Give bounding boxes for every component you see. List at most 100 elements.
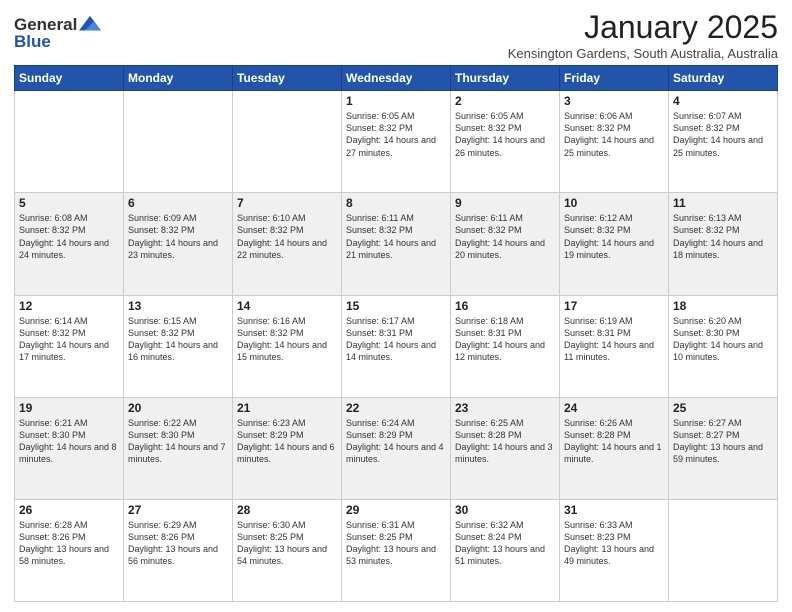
day-number: 8 [346,196,446,210]
calendar-week-row: 5 Sunrise: 6:08 AM Sunset: 8:32 PM Daylight… [15,193,778,295]
daylight-text: Daylight: 14 hours and 25 minutes. [564,135,654,157]
sunset-text: Sunset: 8:28 PM [455,430,522,440]
day-info: Sunrise: 6:11 AMSunset: 8:32 PMDaylight:… [455,212,555,261]
daylight-text: Daylight: 14 hours and 16 minutes. [128,340,218,362]
title-block: January 2025 Kensington Gardens, South A… [508,10,778,61]
table-row: 21Sunrise: 6:23 AMSunset: 8:29 PMDayligh… [233,397,342,499]
sunset-text: Sunset: 8:31 PM [455,328,522,338]
calendar-week-row: 26 Sunrise: 6:28 AMSunset: 8:26 PMDayligh… [15,499,778,601]
sunrise-text: Sunrise: 6:23 AM [237,418,306,428]
daylight-text: Daylight: 13 hours and 59 minutes. [673,442,763,464]
sunrise-text: Sunrise: 6:25 AM [455,418,524,428]
sunrise-text: Sunrise: 6:08 AM [19,213,88,223]
day-number: 21 [237,401,337,415]
table-row: 15 Sunrise: 6:17 AMSunset: 8:31 PMDayligh… [342,295,451,397]
sunrise-text: Sunrise: 6:31 AM [346,520,415,530]
day-info: Sunrise: 6:27 AM Sunset: 8:27 PM Daylight:… [673,417,773,466]
sunset-text: Sunset: 8:23 PM [564,532,631,542]
daylight-text: Daylight: 14 hours and 23 minutes. [128,238,218,260]
sunset-text: Sunset: 8:26 PM [128,532,195,542]
sunrise-text: Sunrise: 6:33 AM [564,520,633,530]
sunset-text: Sunset: 8:28 PM [564,430,631,440]
table-row: 1Sunrise: 6:05 AMSunset: 8:32 PMDaylight… [342,91,451,193]
sunrise-text: Sunrise: 6:05 AM [455,111,524,121]
day-info: Sunrise: 6:11 AMSunset: 8:32 PMDaylight:… [346,212,446,261]
sunset-text: Sunset: 8:30 PM [673,328,740,338]
sunset-text: Sunset: 8:27 PM [673,430,740,440]
day-number: 15 [346,299,446,313]
table-row: 24 Sunrise: 6:26 AMSunset: 8:28 PMDayligh… [560,397,669,499]
table-row [15,91,124,193]
sunrise-text: Sunrise: 6:30 AM [237,520,306,530]
sunset-text: Sunset: 8:25 PM [237,532,304,542]
table-row: 4Sunrise: 6:07 AMSunset: 8:32 PMDaylight… [669,91,778,193]
day-info: Sunrise: 6:28 AMSunset: 8:26 PMDaylight:… [19,519,119,568]
header-saturday: Saturday [669,66,778,91]
sunset-text: Sunset: 8:32 PM [673,123,740,133]
daylight-text: Daylight: 14 hours and 17 minutes. [19,340,109,362]
day-info: Sunrise: 6:10 AMSunset: 8:32 PMDaylight:… [237,212,337,261]
day-number: 28 [237,503,337,517]
daylight-text: Daylight: 13 hours and 51 minutes. [455,544,545,566]
table-row: 26 Sunrise: 6:28 AMSunset: 8:26 PMDayligh… [15,499,124,601]
day-info: Sunrise: 6:09 AMSunset: 8:32 PMDaylight:… [128,212,228,261]
day-number: 22 [346,401,446,415]
day-number: 5 [19,196,119,210]
sunrise-text: Sunrise: 6:06 AM [564,111,633,121]
day-number: 6 [128,196,228,210]
daylight-text: Daylight: 14 hours and 7 minutes. [128,442,226,464]
calendar-table: Sunday Monday Tuesday Wednesday Thursday… [14,65,778,602]
sunrise-text: Sunrise: 6:16 AM [237,316,306,326]
day-number: 17 [564,299,664,313]
table-row: 13Sunrise: 6:15 AMSunset: 8:32 PMDayligh… [124,295,233,397]
table-row: 27 Sunrise: 6:29 AMSunset: 8:26 PMDayligh… [124,499,233,601]
sunrise-text: Sunrise: 6:13 AM [673,213,742,223]
sunset-text: Sunset: 8:32 PM [455,123,522,133]
header-monday: Monday [124,66,233,91]
day-number: 14 [237,299,337,313]
sunset-text: Sunset: 8:32 PM [19,225,86,235]
day-number: 30 [455,503,555,517]
sunset-text: Sunset: 8:29 PM [237,430,304,440]
daylight-text: Daylight: 14 hours and 1 minute. [564,442,662,464]
table-row [124,91,233,193]
table-row: 5Sunrise: 6:08 AMSunset: 8:32 PMDaylight… [15,193,124,295]
day-info: Sunrise: 6:29 AMSunset: 8:26 PMDaylight:… [128,519,228,568]
daylight-text: Daylight: 13 hours and 56 minutes. [128,544,218,566]
day-info: Sunrise: 6:17 AMSunset: 8:31 PMDaylight:… [346,315,446,364]
table-row: 9 Sunrise: 6:11 AMSunset: 8:32 PMDaylight… [451,193,560,295]
calendar-header-row: Sunday Monday Tuesday Wednesday Thursday… [15,66,778,91]
table-row: 19Sunrise: 6:21 AMSunset: 8:30 PMDayligh… [15,397,124,499]
header-tuesday: Tuesday [233,66,342,91]
sunset-text: Sunset: 8:32 PM [455,225,522,235]
day-number: 18 [673,299,773,313]
sunset-text: Sunset: 8:29 PM [346,430,413,440]
day-number: 26 [19,503,119,517]
sunrise-text: Sunrise: 6:11 AM [346,213,414,223]
day-info: Sunrise: 6:22 AMSunset: 8:30 PMDaylight:… [128,417,228,466]
day-number: 27 [128,503,228,517]
header-friday: Friday [560,66,669,91]
day-number: 9 [455,196,555,210]
table-row: 6 Sunrise: 6:09 AMSunset: 8:32 PMDaylight… [124,193,233,295]
daylight-text: Daylight: 14 hours and 10 minutes. [673,340,763,362]
sunrise-text: Sunrise: 6:21 AM [19,418,88,428]
table-row: 18Sunrise: 6:20 AMSunset: 8:30 PMDayligh… [669,295,778,397]
table-row: 8 Sunrise: 6:11 AMSunset: 8:32 PMDaylight… [342,193,451,295]
daylight-text: Daylight: 14 hours and 22 minutes. [237,238,327,260]
daylight-text: Daylight: 14 hours and 18 minutes. [673,238,763,260]
day-number: 31 [564,503,664,517]
sunset-text: Sunset: 8:30 PM [128,430,195,440]
calendar-week-row: 1Sunrise: 6:05 AMSunset: 8:32 PMDaylight… [15,91,778,193]
sunset-text: Sunset: 8:32 PM [564,123,631,133]
sunrise-text: Sunrise: 6:27 AM [673,418,742,428]
daylight-text: Daylight: 13 hours and 58 minutes. [19,544,109,566]
day-number: 24 [564,401,664,415]
sunset-text: Sunset: 8:25 PM [346,532,413,542]
table-row [669,499,778,601]
day-info: Sunrise: 6:05 AMSunset: 8:32 PMDaylight:… [346,110,446,159]
sunrise-text: Sunrise: 6:14 AM [19,316,88,326]
daylight-text: Daylight: 13 hours and 49 minutes. [564,544,654,566]
day-info: Sunrise: 6:26 AMSunset: 8:28 PMDaylight:… [564,417,664,466]
sunset-text: Sunset: 8:32 PM [19,328,86,338]
